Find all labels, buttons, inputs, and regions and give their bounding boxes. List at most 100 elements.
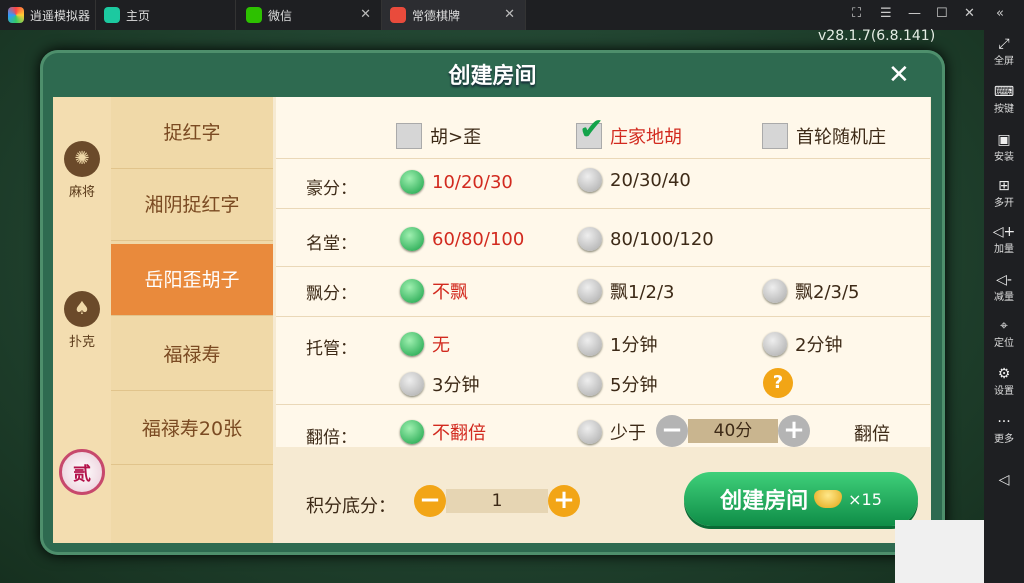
version-label: v28.1.7(6.8.141) [818, 28, 936, 44]
checkbox[interactable] [762, 123, 788, 149]
corner-overlay [895, 520, 984, 583]
game-item[interactable]: 福禄寿 [111, 319, 273, 391]
fanbei-option-none[interactable]: 不翻倍 [400, 419, 486, 445]
minus-button[interactable]: − [414, 485, 446, 517]
sidebar-item-location[interactable]: ⌖ 定位 [984, 318, 1024, 349]
radio[interactable] [578, 372, 602, 396]
game-list: 捉红字 湘阴捉红字 岳阳歪胡子 福禄寿 福禄寿20张 [111, 97, 273, 543]
dialog-close-icon[interactable]: ✕ [888, 60, 910, 90]
minus-button[interactable]: − [656, 415, 688, 447]
app-logo-area: 逍遥模拟器 [0, 0, 96, 30]
minimize-icon[interactable]: — [908, 6, 921, 21]
radio[interactable] [400, 372, 424, 396]
restore-icon[interactable]: ⛶ [852, 6, 861, 21]
radio[interactable] [763, 279, 787, 303]
row-piaofen: 飘分： 不飘 飘1/2/3 飘2/3/5 [276, 267, 930, 317]
maximize-icon[interactable]: ☐ [936, 6, 948, 21]
collapse-icon[interactable]: « [996, 6, 1004, 21]
category-label: 扑克 [68, 335, 95, 350]
radio[interactable] [578, 227, 602, 251]
fanbei-suffix: 翻倍 [854, 424, 890, 445]
game-item[interactable]: 捉红字 [111, 97, 273, 169]
create-room-button[interactable]: 创建房间 ×15 [684, 472, 918, 526]
emulator-sidebar: ⤢ 全屏 ⌨ 按键 ▣ 安装 ⊞ 多开 ◁+ 加量 ◁- 减量 ⌖ 定位 ⚙ 设置 ··· 更多 … [984, 30, 1024, 583]
sidebar-label: 加量 [994, 244, 1014, 255]
tab-wechat-close-icon[interactable]: ✕ [360, 7, 371, 22]
check-first-round-random[interactable]: 首轮随机庄 [762, 123, 886, 149]
check-zhuang-dihu[interactable]: 庄家地胡 [576, 112, 682, 149]
tab-changde[interactable]: 常德棋牌 ✕ [382, 0, 526, 30]
mingtang-option-0[interactable]: 60/80/100 [400, 227, 524, 251]
haofen-option-1[interactable]: 20/30/40 [578, 168, 691, 192]
tuoguan-option-3[interactable]: 3分钟 [400, 371, 479, 397]
keyboard-icon: ⌨ [993, 84, 1015, 100]
game-item[interactable]: 福禄寿20张 [111, 393, 273, 465]
sidebar-item-multi[interactable]: ⊞ 多开 [984, 178, 1024, 209]
radio-selected[interactable] [400, 170, 424, 194]
menu-icon[interactable]: ☰ [880, 6, 892, 21]
sidebar-item-settings[interactable]: ⚙ 设置 [984, 366, 1024, 397]
piaofen-option-0[interactable]: 不飘 [400, 278, 468, 304]
plus-button[interactable]: + [778, 415, 810, 447]
check-label: 首轮随机庄 [796, 127, 886, 148]
sidebar-item-vol-up[interactable]: ◁+ 加量 [984, 224, 1024, 255]
tab-changde-label: 常德棋牌 [412, 8, 461, 23]
sidebar-label: 更多 [994, 434, 1014, 445]
tab-wechat[interactable]: 微信 ✕ [238, 0, 382, 30]
window-close-icon[interactable]: ✕ [964, 6, 975, 21]
checkbox-checked[interactable] [576, 112, 604, 149]
piaofen-option-1[interactable]: 飘1/2/3 [578, 278, 675, 304]
game-item-selected[interactable]: 岳阳歪胡子 [111, 244, 273, 316]
radio[interactable] [578, 279, 602, 303]
category-poker[interactable]: ♠ 扑克 [53, 291, 111, 350]
haofen-option-0[interactable]: 10/20/30 [400, 170, 513, 194]
radio-selected[interactable] [400, 332, 424, 356]
tuoguan-option-1[interactable]: 1分钟 [578, 331, 657, 357]
category-mahjong[interactable]: ✺ 麻将 [53, 141, 111, 200]
sidebar-item-vol-down[interactable]: ◁- 减量 [984, 272, 1024, 303]
sidebar-label: 设置 [994, 386, 1014, 397]
game-item[interactable]: 湘阴捉红字 [111, 169, 273, 241]
check-label: 庄家地胡 [610, 127, 682, 148]
back-button[interactable]: ◁ [984, 472, 1024, 488]
radio[interactable] [763, 332, 787, 356]
fanbei-label: 翻倍： [306, 428, 357, 447]
option-label: 少于 [610, 423, 646, 444]
plus-button[interactable]: + [548, 485, 580, 517]
sidebar-item-keys[interactable]: ⌨ 按键 [984, 84, 1024, 115]
tuoguan-option-4[interactable]: 5分钟 [578, 371, 657, 397]
option-label: 1分钟 [610, 335, 658, 356]
piaofen-label: 飘分： [306, 284, 357, 304]
option-label: 80/100/120 [610, 228, 714, 250]
radio[interactable] [578, 168, 602, 192]
fanbei-option-less-than[interactable]: 少于 [578, 419, 646, 445]
option-label: 20/30/40 [610, 169, 691, 191]
check-hu-wai[interactable]: 胡>歪 [396, 123, 481, 149]
help-icon[interactable]: ? [763, 368, 793, 398]
tuoguan-label: 托管： [306, 339, 357, 359]
sidebar-item-more[interactable]: ··· 更多 [984, 414, 1024, 445]
sidebar-item-fullscreen[interactable]: ⤢ 全屏 [984, 36, 1024, 67]
category-er[interactable]: 贰 [53, 449, 111, 499]
radio-selected[interactable] [400, 279, 424, 303]
jifen-stepper: − 1 + [414, 485, 580, 517]
tuoguan-option-2[interactable]: 2分钟 [763, 331, 842, 357]
radio[interactable] [578, 420, 602, 444]
tab-home[interactable]: 主页 [96, 0, 236, 30]
radio[interactable] [578, 332, 602, 356]
option-label: 无 [432, 335, 450, 356]
tuoguan-option-0[interactable]: 无 [400, 331, 450, 357]
sidebar-label: 按键 [994, 104, 1014, 115]
piaofen-option-2[interactable]: 飘2/3/5 [763, 278, 860, 304]
tab-changde-close-icon[interactable]: ✕ [504, 7, 515, 22]
emulator-titlebar: 逍遥模拟器 主页 微信 ✕ 常德棋牌 ✕ ⛶ ☰ — ☐ ✕ « [0, 0, 1024, 30]
sidebar-item-install[interactable]: ▣ 安装 [984, 132, 1024, 163]
option-label: 2分钟 [795, 335, 843, 356]
radio-selected[interactable] [400, 227, 424, 251]
radio-selected[interactable] [400, 420, 424, 444]
jifen-label: 积分底分： [306, 496, 396, 517]
volume-up-icon: ◁+ [992, 224, 1016, 240]
settings-icon: ⚙ [997, 366, 1011, 382]
mingtang-option-1[interactable]: 80/100/120 [578, 227, 714, 251]
checkbox[interactable] [396, 123, 422, 149]
